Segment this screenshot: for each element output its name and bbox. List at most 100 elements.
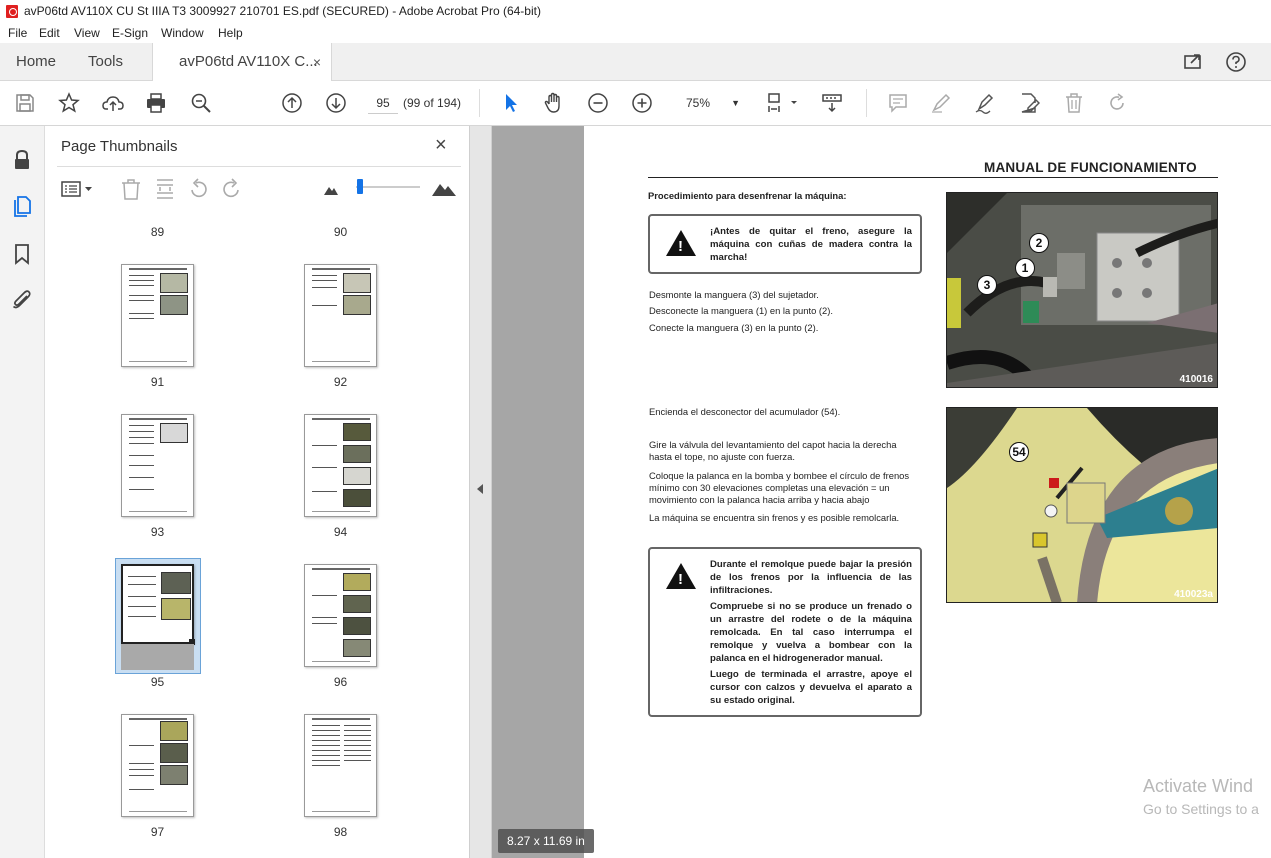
page-number-input[interactable]: 95 <box>368 92 398 114</box>
edit-pdf-icon[interactable] <box>1017 91 1041 115</box>
slider-handle[interactable] <box>357 179 363 194</box>
tab-close-icon[interactable]: × <box>313 43 321 81</box>
thumbnail-label: 95 <box>150 675 165 689</box>
window-title: avP06td AV110X CU St IIIA T3 3009927 210… <box>24 4 541 18</box>
zoom-search-icon[interactable] <box>189 91 213 115</box>
photo-410023a: 54 410023a <box>946 407 1218 603</box>
page-thumbnail[interactable] <box>304 264 377 367</box>
menu-help[interactable]: Help <box>218 23 243 43</box>
callout-1: 1 <box>1015 258 1035 278</box>
warning-box-2: ! Durante el remolque puede bajar la pre… <box>648 547 922 717</box>
page-thumbnails-icon[interactable] <box>10 194 34 218</box>
photo-code: 410023a <box>1174 589 1213 600</box>
large-mountain-icon <box>432 184 456 196</box>
select-cursor-icon[interactable] <box>499 91 523 115</box>
menu-window[interactable]: Window <box>161 23 204 43</box>
tab-home[interactable]: Home <box>16 43 56 81</box>
collapse-panel-button[interactable] <box>470 126 492 858</box>
step-text: La máquina se encuentra sin frenos y es … <box>649 512 900 523</box>
left-navigation-rail <box>0 126 45 858</box>
thumbnail-label: 97 <box>150 825 165 839</box>
help-icon[interactable] <box>1225 51 1247 73</box>
attachment-icon[interactable] <box>10 288 34 312</box>
thumbnail-label: 92 <box>333 375 348 389</box>
panel-close-icon[interactable]: × <box>435 134 447 157</box>
page-thumbnails-panel: Page Thumbnails × 89 90 91 92 93 94 95 9… <box>45 126 511 858</box>
toolbar-divider <box>479 89 480 117</box>
thumbnail-label: 89 <box>150 225 165 239</box>
thumbnail-label: 96 <box>333 675 348 689</box>
lock-icon[interactable] <box>10 148 34 172</box>
warning-box-1: ! ¡Antes de quitar el freno, asegure la … <box>648 214 922 274</box>
thumbnail-label: 94 <box>333 525 348 539</box>
hand-tool-icon[interactable] <box>542 91 566 115</box>
extract-pages-icon[interactable] <box>153 176 177 202</box>
main-toolbar: 95 (99 of 194) 75% ▼ <box>0 81 1271 126</box>
upload-cloud-icon[interactable] <box>101 91 125 115</box>
rotate-icon[interactable] <box>1105 91 1129 115</box>
photo-410016: 2 1 3 410016 <box>946 192 1218 388</box>
page-thumbnail[interactable] <box>121 414 194 517</box>
tab-document[interactable]: avP06td AV110X C... × <box>152 43 332 82</box>
watermark-line-2: Go to Settings to a <box>1143 801 1259 817</box>
next-page-icon[interactable] <box>324 91 348 115</box>
callout-2: 2 <box>1029 233 1049 253</box>
panel-divider <box>57 166 461 167</box>
menu-bar: File Edit View E-Sign Window Help <box>0 23 1271 43</box>
save-icon[interactable] <box>13 91 37 115</box>
rotate-cw-icon[interactable] <box>220 176 244 202</box>
bookmark-icon[interactable] <box>10 242 34 266</box>
share-screen-icon[interactable] <box>1183 51 1205 73</box>
menu-file[interactable]: File <box>8 23 27 43</box>
previous-page-icon[interactable] <box>280 91 304 115</box>
watermark-line-1: Activate Wind <box>1143 776 1254 796</box>
tab-bar: Home Tools avP06td AV110X C... × <box>0 43 1271 82</box>
menu-view[interactable]: View <box>74 23 100 43</box>
page-thumbnail[interactable] <box>121 714 194 817</box>
page-size-indicator: 8.27 x 11.69 in <box>498 829 594 853</box>
thumbnail-options-icon[interactable] <box>61 176 95 202</box>
step-text: Encienda el desconector del acumulador (… <box>649 406 841 417</box>
scroll-mode-icon[interactable] <box>820 91 844 115</box>
page-count: (99 of 194) <box>403 96 462 110</box>
page-thumbnail[interactable] <box>304 564 377 667</box>
tab-document-label: avP06td AV110X C... <box>179 53 318 70</box>
menu-edit[interactable]: Edit <box>39 23 60 43</box>
page-fit-icon[interactable] <box>765 91 799 115</box>
zoom-level-value: 75% <box>686 96 711 110</box>
document-view: MANUAL DE FUNCIONAMIENTO Procedimiento p… <box>470 126 1271 858</box>
page-thumbnail[interactable] <box>304 414 377 517</box>
tab-tools[interactable]: Tools <box>88 43 123 81</box>
warning-text-2c: Luego de terminada el arrastre, apoye el… <box>710 669 912 706</box>
zoom-level-select[interactable]: 75% ▼ <box>676 92 744 114</box>
print-icon[interactable] <box>144 91 168 115</box>
bookmark-star-icon[interactable] <box>57 91 81 115</box>
thumbnail-label: 98 <box>333 825 348 839</box>
thumbnail-label: 93 <box>150 525 165 539</box>
zoom-out-icon[interactable] <box>586 91 610 115</box>
toolbar-divider <box>866 89 867 117</box>
activation-watermark: Activate Wind Go to Settings to a <box>1143 776 1259 817</box>
zoom-in-icon[interactable] <box>630 91 654 115</box>
title-bar: avP06td AV110X CU St IIIA T3 3009927 210… <box>0 0 1271 23</box>
page-thumbnail[interactable] <box>304 714 377 817</box>
draw-sign-icon[interactable] <box>973 91 997 115</box>
chevron-down-icon: ▼ <box>731 98 740 108</box>
page-thumbnail[interactable] <box>121 264 194 367</box>
acrobat-app-icon <box>6 5 18 18</box>
highlight-pen-icon[interactable] <box>929 91 953 115</box>
warning-text-2b: Compruebe si no se produce un frenado o … <box>710 601 912 664</box>
page-thumbnail-selected[interactable] <box>121 564 195 645</box>
delete-icon[interactable] <box>1062 91 1086 115</box>
callout-54: 54 <box>1009 442 1029 462</box>
warning-text-2a: Durante el remolque puede bajar la presi… <box>710 559 912 596</box>
small-mountain-icon <box>324 187 338 195</box>
comment-icon[interactable] <box>886 91 910 115</box>
step-text: Desmonte la manguera (3) del sujetador. <box>649 289 819 300</box>
delete-pages-icon[interactable] <box>119 176 143 202</box>
step-text: Conecte la manguera (3) en la punto (2). <box>649 322 819 333</box>
thumbnail-size-slider[interactable] <box>356 186 420 188</box>
thumbnail-offscreen-area <box>121 644 194 670</box>
rotate-ccw-icon[interactable] <box>186 176 210 202</box>
menu-esign[interactable]: E-Sign <box>112 23 148 43</box>
